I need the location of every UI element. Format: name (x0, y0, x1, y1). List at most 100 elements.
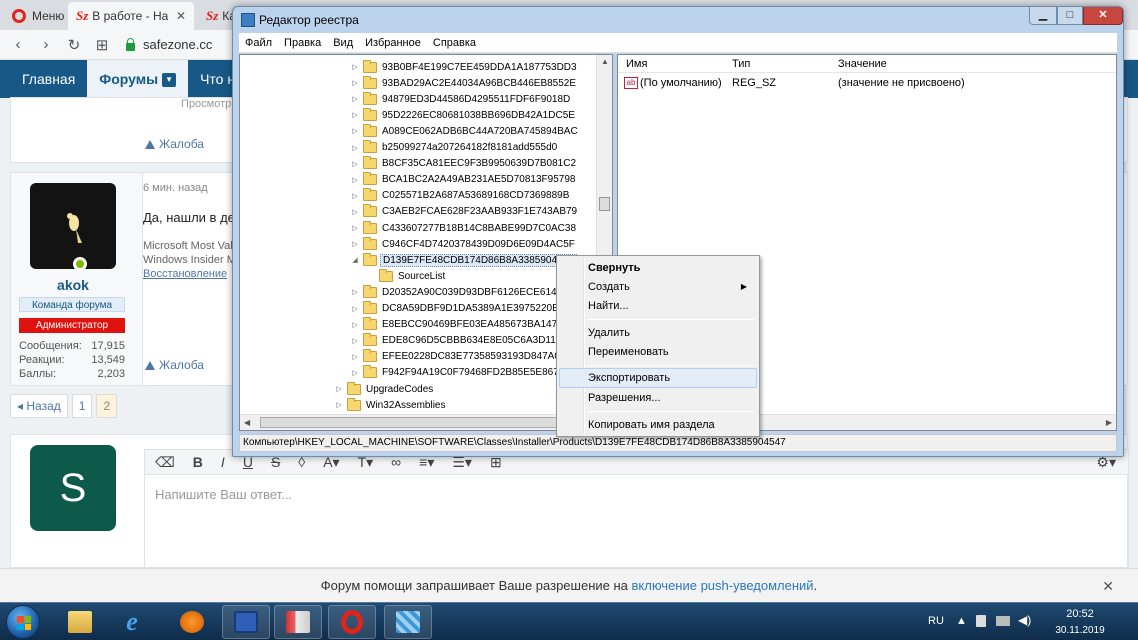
expand-arrow-icon[interactable]: ▷ (350, 208, 360, 216)
back-icon[interactable]: ‹ (4, 36, 32, 53)
tree-scroll-thumb[interactable] (599, 197, 610, 211)
bold-icon[interactable]: B (193, 454, 203, 470)
tree-node[interactable]: ▷ UpgradeCodes (334, 381, 435, 397)
tree-node[interactable]: ▷ 95D2226EC80681038BB696DB42A1DC5E (350, 107, 577, 123)
tree-node[interactable]: ▷ 93BAD29AC2E44034A96BCB446EB8552E (350, 75, 578, 91)
taskbar-save[interactable] (222, 605, 270, 639)
menu-favorites[interactable]: Избранное (359, 37, 427, 49)
start-button[interactable] (6, 605, 40, 639)
avatar[interactable]: S (30, 445, 116, 531)
tree-node[interactable]: ▷ C3AEB2FCAE628F23AAB933F1E743AB79 (350, 204, 579, 220)
taskbar-books[interactable] (274, 605, 322, 639)
reload-icon[interactable]: ↻ (60, 36, 88, 54)
expand-arrow-icon[interactable]: ▷ (350, 224, 360, 232)
volume-icon[interactable]: ◀) (1018, 613, 1031, 627)
tree-node[interactable]: ▷ A089CE062ADB6BC44A720BA745894BAC (350, 123, 580, 139)
page-1-button[interactable]: 1 (71, 394, 93, 418)
menu-edit[interactable]: Правка (278, 37, 327, 49)
tree-node[interactable]: ▷ C946CF4D7420378439D09D6E09D4AC5F (350, 236, 577, 252)
menu-rename[interactable]: Переименовать (559, 342, 757, 362)
tree-node[interactable]: ▷ F942F94A19C0F79468FD2B85E5E8677E (350, 365, 573, 381)
menu-help[interactable]: Справка (427, 37, 482, 49)
tree-node[interactable]: ▷ D20352A90C039D93DBF6126ECE61405 (350, 284, 570, 300)
expand-arrow-icon[interactable]: ▷ (350, 176, 360, 184)
expand-arrow-icon[interactable]: ▷ (350, 111, 360, 119)
language-indicator[interactable]: RU (928, 615, 944, 627)
flag-icon[interactable] (976, 615, 986, 627)
close-tab-icon[interactable]: ✕ (176, 9, 186, 23)
tree-node[interactable]: ▷ C433607277B18B14C8BABE99D7C0AC38 (350, 220, 578, 236)
expand-arrow-icon[interactable]: ▷ (350, 321, 360, 329)
italic-icon[interactable]: I (221, 454, 225, 470)
nav-forums[interactable]: Форумы ▼ (87, 60, 189, 98)
expand-arrow-icon[interactable]: ▷ (350, 95, 360, 103)
expand-arrow-icon[interactable]: ▷ (350, 353, 360, 361)
tree-node[interactable]: ▷ Win32Assemblies (334, 397, 447, 413)
report-link[interactable]: Жалоба (145, 358, 204, 372)
browser-tab-menu[interactable]: Меню (4, 2, 64, 30)
tree-node[interactable]: ▷ 93B0BF4E199C7EE459DDA1A187753DD3 (350, 59, 579, 75)
close-icon[interactable]: ✕ (1102, 569, 1114, 603)
taskbar-opera[interactable] (328, 605, 376, 639)
preview-link[interactable]: Просмотр (181, 98, 231, 110)
forward-icon[interactable]: › (32, 36, 60, 53)
eraser-icon[interactable]: ⌫ (155, 454, 175, 471)
column-type[interactable]: Тип (732, 58, 750, 70)
value-name[interactable]: (По умолчанию) (640, 77, 722, 89)
username[interactable]: akok (11, 277, 135, 293)
maximize-button[interactable]: □ (1057, 7, 1083, 25)
tree-node[interactable]: ▷ b25099274a207264182f8181add555d0 (350, 140, 559, 156)
tree-node[interactable]: ▷ 94879ED3D44586D4295511FDF6F9018D (350, 91, 572, 107)
chevron-down-icon[interactable]: ▼ (162, 73, 177, 88)
reply-input[interactable]: Напишите Ваш ответ... (144, 475, 1129, 569)
push-enable-link[interactable]: включение push-уведомлений (632, 578, 814, 593)
clock-time[interactable]: 20:52 (1050, 608, 1110, 620)
column-data[interactable]: Значение (838, 58, 887, 70)
tree-node[interactable]: ▷ BCA1BC2A2A49AB231AE5D70813F95798 (350, 172, 577, 188)
expand-arrow-icon[interactable]: ◢ (350, 256, 360, 264)
menu-find[interactable]: Найти... (559, 296, 757, 316)
expand-arrow-icon[interactable]: ▷ (350, 127, 360, 135)
avatar[interactable] (30, 183, 116, 269)
tree-node[interactable]: ▷ B8CF35CA81EEC9F3B9950639D7B081C2 (350, 156, 578, 172)
expand-arrow-icon[interactable]: ▷ (334, 385, 344, 393)
taskbar-media[interactable] (168, 605, 216, 639)
expand-arrow-icon[interactable]: ▷ (350, 160, 360, 168)
expand-arrow-icon[interactable]: ▷ (334, 401, 344, 409)
tree-node[interactable]: ◢ D139E7FE48CDB174D86B8A3385904547 (350, 252, 577, 268)
page-2-button[interactable]: 2 (96, 394, 118, 418)
post-time[interactable]: 6 мин. назад (143, 182, 208, 194)
taskbar-explorer[interactable] (56, 605, 104, 639)
clock-date[interactable]: 30.11.2019 (1040, 625, 1120, 636)
expand-arrow-icon[interactable]: ▷ (350, 79, 360, 87)
expand-arrow-icon[interactable]: ▷ (350, 369, 360, 377)
expand-arrow-icon[interactable]: ▷ (350, 337, 360, 345)
minimize-button[interactable]: ▁ (1029, 7, 1057, 25)
menu-delete[interactable]: Удалить (559, 323, 757, 343)
report-link[interactable]: Жалоба (145, 137, 204, 151)
tree-node[interactable]: SourceList (366, 268, 447, 284)
tree-node[interactable]: ▷ EDE8C96D5CBBB634E8E05C6A3D11FC (350, 333, 571, 349)
tree-node[interactable]: ▷ EFEE0228DC83E77358593193D847A0E (350, 349, 569, 365)
tree-node[interactable]: ▷ E8EBCC90469BFE03EA485673BA14799 (350, 317, 570, 333)
menu-collapse[interactable]: Свернуть (559, 258, 757, 278)
taskbar-regedit[interactable] (384, 605, 432, 639)
window-titlebar[interactable]: Редактор реестра ▁ □ ✕ (233, 7, 1123, 33)
nav-home[interactable]: Главная (0, 60, 87, 98)
menu-export[interactable]: Экспортировать (559, 368, 757, 388)
network-icon[interactable] (996, 616, 1010, 626)
tree-node[interactable]: ▷ DC8A59DBF9D1DA5389A1E3975220E6 (350, 301, 566, 317)
menu-permissions[interactable]: Разрешения... (559, 388, 757, 408)
tree-hscroll-thumb[interactable] (260, 417, 560, 428)
show-hidden-icons-icon[interactable]: ▲ (956, 615, 968, 627)
expand-arrow-icon[interactable]: ▷ (350, 63, 360, 71)
url-field[interactable]: safezone.cc (143, 37, 212, 52)
browser-tab-active[interactable]: Sz В работе - Нагр ✕ (68, 2, 194, 30)
column-name[interactable]: Имя (626, 58, 647, 70)
scroll-up-icon[interactable]: ▲ (601, 57, 609, 66)
menu-view[interactable]: Вид (327, 37, 359, 49)
expand-arrow-icon[interactable]: ▷ (350, 240, 360, 248)
taskbar-ie[interactable]: e (108, 605, 156, 639)
expand-arrow-icon[interactable]: ▷ (350, 305, 360, 313)
menu-file[interactable]: Файл (239, 37, 278, 49)
